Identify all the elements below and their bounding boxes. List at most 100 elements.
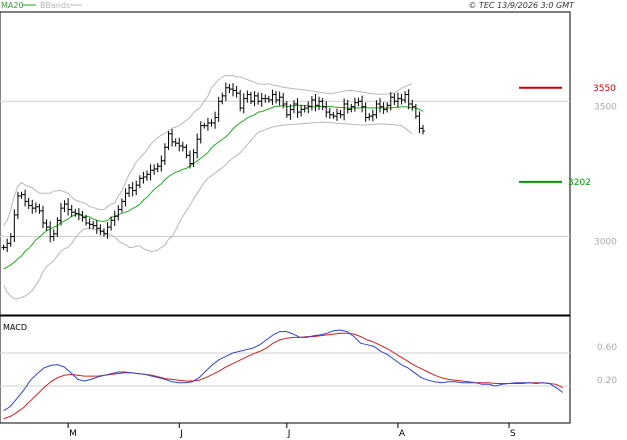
price-bar	[320, 98, 325, 110]
price-bar	[130, 182, 135, 197]
price-bar	[256, 92, 261, 105]
price-bar	[234, 85, 239, 98]
price-bar	[223, 82, 228, 102]
price-bar	[69, 204, 74, 217]
price-bar	[370, 109, 375, 122]
ma20-polyline	[3, 104, 424, 270]
price-bar	[367, 113, 372, 121]
price-bar	[352, 97, 357, 112]
price-bar	[284, 101, 289, 118]
stock-chart: 3550 3202 3500 3000 0.60 0.20 M J J A S MA20 BBa…	[0, 1, 617, 439]
price-bar	[162, 143, 167, 165]
price-bar	[180, 141, 185, 152]
price-bar	[152, 164, 157, 175]
price-bar	[334, 108, 339, 121]
price-bar	[144, 170, 149, 181]
price-bar	[385, 102, 390, 113]
price-bar	[184, 144, 189, 159]
macd-main-line	[3, 329, 564, 412]
price-bar	[5, 238, 10, 253]
price-bar	[87, 218, 92, 230]
price-bar	[12, 209, 17, 243]
ma20-line	[3, 104, 424, 270]
price-bar	[299, 104, 304, 117]
price-bar	[26, 197, 31, 210]
copyright-text: © TEC 13/9/2026 3:0 GMT	[468, 1, 575, 10]
price-bar	[360, 95, 365, 113]
price-bar	[374, 100, 379, 119]
price-bar	[252, 91, 257, 107]
price-bar	[33, 202, 38, 213]
price-bar	[141, 171, 146, 184]
macd-ytick-label: 0.20	[597, 376, 617, 386]
price-bar	[41, 205, 46, 229]
legend-ma20: MA20	[1, 1, 24, 10]
price-bar	[44, 219, 49, 231]
price-bar	[406, 89, 411, 110]
price-bar	[116, 205, 121, 221]
macd-ytick-label: 0.60	[597, 343, 617, 353]
price-bar	[1, 244, 6, 251]
price-bar	[259, 93, 264, 107]
x-tick-label: M	[69, 429, 77, 439]
price-bar	[48, 221, 53, 243]
price-bar	[331, 112, 336, 119]
price-bar	[205, 117, 210, 131]
support-level-label: 3202	[568, 178, 591, 188]
x-tick-label: J	[179, 429, 183, 439]
price-bar	[413, 104, 418, 119]
price-bar	[94, 220, 99, 234]
price-bar	[30, 199, 35, 214]
price-bar	[227, 83, 232, 93]
price-bar	[399, 93, 404, 105]
price-bar	[313, 93, 318, 112]
macd-lines	[3, 329, 564, 420]
price-bar	[155, 162, 160, 173]
price-bar	[112, 210, 117, 226]
price-bar	[159, 155, 164, 172]
price-bar	[195, 133, 200, 159]
price-bar	[309, 96, 314, 111]
price-bar	[345, 99, 350, 114]
price-bar	[170, 128, 175, 147]
price-bar	[15, 191, 20, 220]
x-tick-label: A	[399, 429, 406, 439]
price-bar	[327, 108, 332, 119]
price-bar	[188, 150, 192, 169]
price-levels: 3550 3202	[519, 84, 616, 188]
price-bar	[277, 91, 282, 106]
price-bar	[317, 96, 322, 110]
price-bar	[134, 180, 139, 196]
price-bar	[378, 98, 382, 113]
price-bar	[245, 90, 250, 103]
price-bar	[51, 229, 56, 242]
price-bar	[55, 217, 60, 237]
price-bar	[127, 184, 132, 197]
price-bar	[356, 97, 361, 107]
price-bar	[119, 198, 124, 213]
price-bar	[62, 200, 67, 213]
price-bar	[270, 89, 275, 105]
price-bar	[8, 233, 13, 247]
price-bar	[392, 93, 397, 106]
macd-panel-label: MACD	[3, 323, 27, 332]
price-bar	[213, 111, 218, 129]
price-bar	[324, 101, 329, 118]
y-axis-ticks: 3500 3000 0.60 0.20	[594, 102, 617, 386]
price-bar	[306, 101, 311, 114]
x-axis-ticks: MJJAS	[67, 423, 516, 439]
price-bar	[209, 119, 214, 127]
price-bar	[19, 191, 24, 199]
price-bar	[220, 92, 225, 105]
price-bar	[23, 189, 28, 207]
price-bar	[241, 93, 246, 114]
macd-signal-line	[3, 332, 564, 420]
price-bar	[37, 203, 42, 214]
price-bar	[91, 220, 96, 230]
price-bar	[338, 110, 343, 119]
price-bar	[66, 198, 71, 216]
price-bar	[166, 131, 171, 150]
price-bar	[363, 102, 368, 122]
price-panel-frame	[0, 11, 571, 316]
price-bar	[395, 92, 400, 108]
